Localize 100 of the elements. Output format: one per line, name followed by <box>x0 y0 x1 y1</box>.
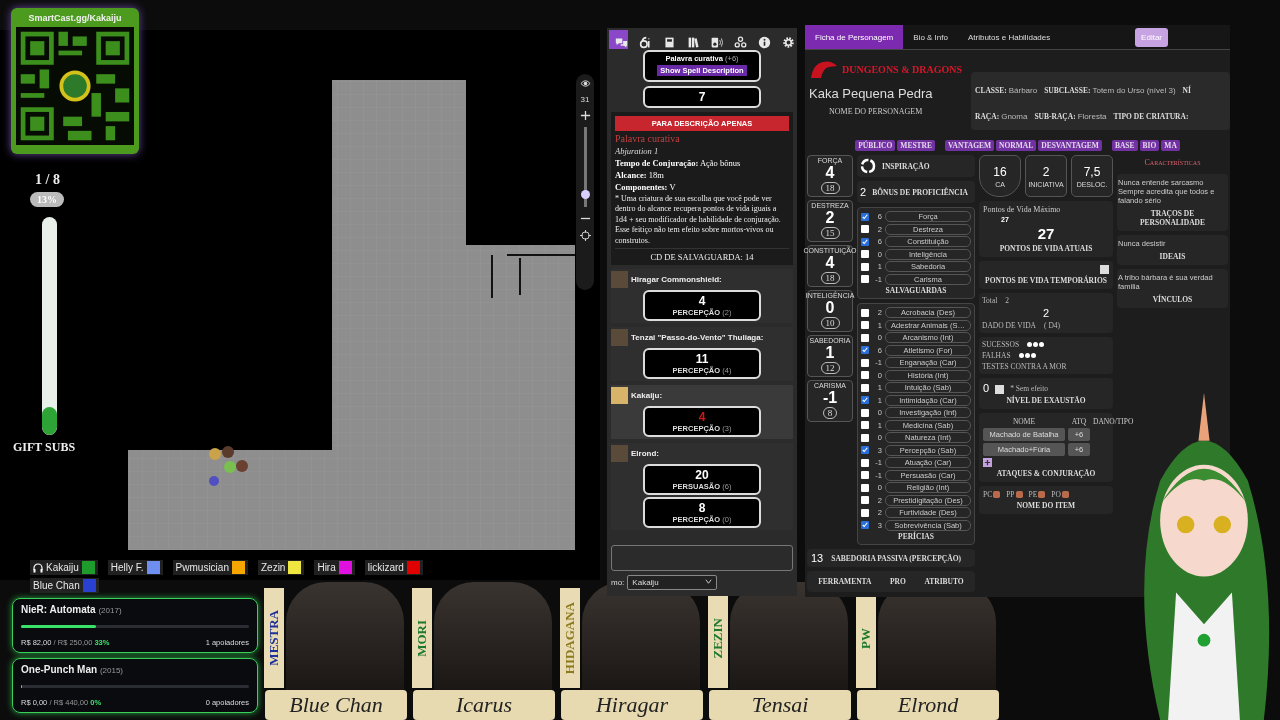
zoom-slider-thumb[interactable] <box>580 190 590 199</box>
coin-icon <box>1015 491 1023 498</box>
proficiency-checkbox[interactable] <box>861 308 869 317</box>
character-name: Kaka Pequena Pedra <box>809 86 934 101</box>
gift-sub-percent: 13% <box>30 192 64 207</box>
roll-value: 20 <box>695 467 709 482</box>
proficiency-checkbox[interactable] <box>861 212 869 221</box>
inspiration-icon[interactable] <box>860 158 876 174</box>
speaker-name: Tenzai "Passo-do-Vento" Thuliaga: <box>631 332 764 342</box>
player-tag: MORI <box>414 619 430 657</box>
proficiency-checkbox[interactable] <box>861 358 869 367</box>
goal-title: One-Punch Man (2015) <box>21 664 125 675</box>
zoom-in-icon[interactable] <box>579 110 591 121</box>
ability-modifier[interactable]: 0 <box>825 299 835 317</box>
info-value: Floresta <box>1077 112 1107 121</box>
ability-modifier[interactable]: 4 <box>825 164 835 182</box>
gift-subs-label: GIFT SUBS <box>13 440 76 455</box>
coin-icon <box>1061 491 1069 498</box>
coin-icon <box>1038 491 1046 498</box>
max-hp-label: Pontos de Vida Máximo <box>983 205 1062 214</box>
proficiency-checkbox[interactable] <box>861 471 869 479</box>
speaker-avatar <box>611 328 628 346</box>
speaker-name: Elrond: <box>631 448 659 458</box>
spell-name: Palavra curativa <box>615 133 681 144</box>
stat-value: 2 <box>1042 164 1050 179</box>
proficiency-checkbox[interactable] <box>861 496 869 504</box>
ability-modifier[interactable]: -1 <box>822 389 838 407</box>
speaker-name: Hiragar Commonshield: <box>631 274 722 284</box>
sheet-tab[interactable]: Atributos e Habilidades <box>957 25 1061 49</box>
roll-value: 8 <box>698 500 706 515</box>
proficiency-checkbox[interactable] <box>861 483 869 492</box>
proficiency-checkbox[interactable] <box>861 458 869 467</box>
add-icon[interactable] <box>983 458 992 467</box>
spell-save-dc: CD DE SALVAGUARDA: 14 <box>615 247 789 262</box>
proficiency-checkbox[interactable] <box>861 371 869 379</box>
battle-map[interactable] <box>0 30 600 580</box>
player-tag: MESTRA <box>266 610 282 666</box>
ability-modifier[interactable]: 4 <box>825 254 835 272</box>
ability-modifier[interactable]: 1 <box>825 344 835 362</box>
passive-perception-value: 13 <box>811 552 824 564</box>
speaker-name: Kakaiju: <box>631 390 663 400</box>
proficiency-checkbox[interactable] <box>861 433 869 442</box>
roll-value: 4 <box>698 409 706 424</box>
spinner-icon[interactable] <box>995 385 1005 394</box>
info-value: Bárbaro <box>1008 86 1038 95</box>
proficiency-checkbox[interactable] <box>861 521 869 529</box>
player-name: Pwmusician <box>175 562 229 573</box>
player-name: Helly F. <box>110 562 144 573</box>
proficiency-checkbox[interactable] <box>861 225 869 233</box>
roll-value: 7 <box>698 90 706 104</box>
info-value: Totem do Urso (nível 3) <box>1092 86 1176 95</box>
eye-icon[interactable] <box>579 78 591 89</box>
current-hp-value[interactable]: 27 <box>983 225 1109 242</box>
proficiency-checkbox[interactable] <box>861 275 869 283</box>
roll-value: 11 <box>695 351 709 366</box>
goal-title: NieR: Automata (2017) <box>21 604 123 615</box>
proficiency-checkbox[interactable] <box>861 383 869 392</box>
proficiency-checkbox[interactable] <box>861 396 869 404</box>
character-name-scroll: Tensai <box>709 690 851 720</box>
exhaustion-value: 0 <box>983 382 990 394</box>
player-name: Kakaiju <box>46 562 79 573</box>
proficiency-checkbox[interactable] <box>861 237 869 246</box>
proficiency-checkbox[interactable] <box>861 262 869 271</box>
failure-circles[interactable] <box>1018 353 1036 358</box>
player-name: Hira <box>317 562 336 573</box>
proficiency-checkbox[interactable] <box>861 446 869 454</box>
spell-property: Alcance: 18m <box>615 170 665 180</box>
ability-modifier[interactable]: 2 <box>825 209 835 227</box>
success-circles[interactable] <box>1027 342 1045 347</box>
speaking-as-label: mo: <box>611 578 625 587</box>
proficiency-checkbox[interactable] <box>861 408 869 417</box>
proficiency-checkbox[interactable] <box>861 321 869 329</box>
sheet-tab[interactable]: Bio & Info <box>903 25 958 49</box>
sheet-tab[interactable]: Ficha de Personagem <box>805 25 904 49</box>
game-logo: DUNGEONS & DRAGONS <box>842 63 962 75</box>
caret-icon[interactable] <box>705 578 713 585</box>
zoom-slider[interactable] <box>583 127 587 207</box>
player-tag: HIDAGANA <box>562 601 578 675</box>
character-tokens[interactable] <box>209 446 248 486</box>
chat-input-field[interactable] <box>611 545 793 571</box>
gift-sub-count: 1 / 8 <box>35 172 60 188</box>
traits-title: Características <box>1143 157 1202 169</box>
coin-icon <box>993 491 1001 498</box>
player-name: lickizard <box>367 562 404 573</box>
character-name-scroll: Hiragar <box>561 690 703 720</box>
player-tag: PW <box>858 627 874 649</box>
proficiency-checkbox[interactable] <box>861 250 869 258</box>
stat-value: 16 <box>993 164 1007 179</box>
proficiency-checkbox[interactable] <box>861 421 869 429</box>
proficiency-checkbox[interactable] <box>861 346 869 354</box>
spell-property: Tempo de Conjuração: Ação bônus <box>615 158 742 168</box>
info-value: Gnoma <box>1001 112 1028 121</box>
character-name-scroll: Elrond <box>857 690 999 720</box>
proficiency-checkbox[interactable] <box>861 508 869 517</box>
proficiency-checkbox[interactable] <box>861 333 869 342</box>
target-icon[interactable] <box>579 230 591 241</box>
spell-school: Abjuration 1 <box>615 146 660 156</box>
speaking-as-dropdown[interactable]: Kakaiju <box>627 575 718 590</box>
hit-dice-current[interactable]: 2 <box>982 307 1110 319</box>
spell-description: * Uma criatura de sua escolha que você pode ver dentro do alcance recupera pontos de vida iguais a 1d4 + seu modificador de habilidade de conjuração. Esse feitiço não tem efeito sobre mortos-vivos ou construtos. <box>615 194 782 246</box>
